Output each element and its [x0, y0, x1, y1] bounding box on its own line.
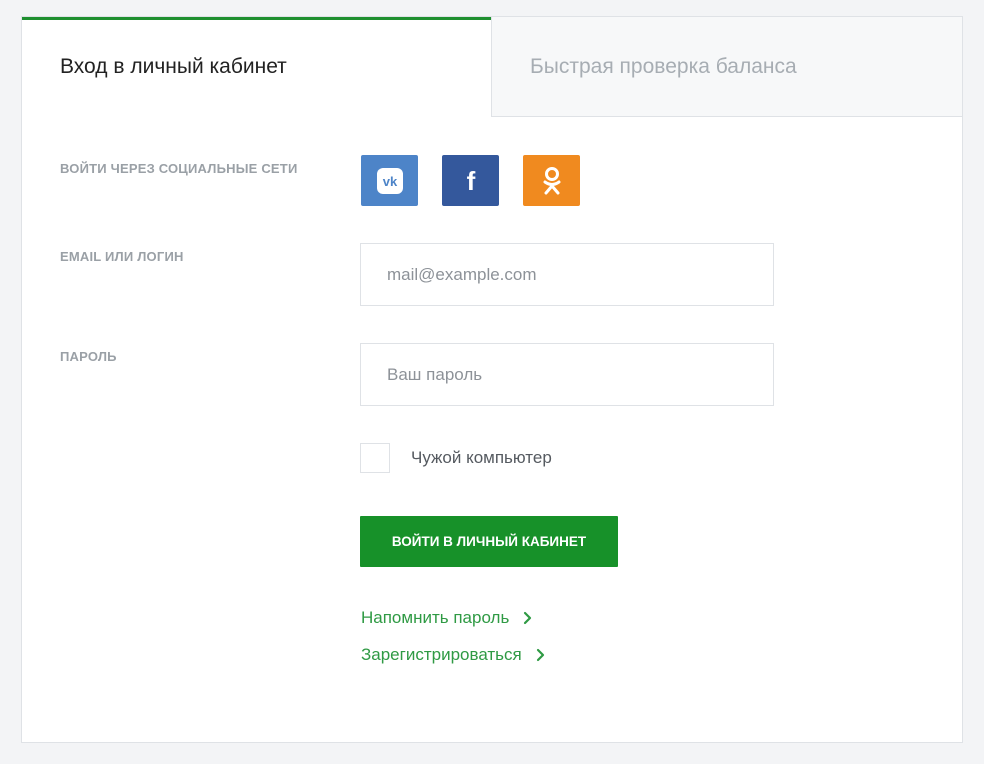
remind-password-link[interactable]: Напомнить пароль [361, 608, 535, 628]
email-field[interactable] [360, 243, 774, 306]
odnoklassniki-login-button[interactable] [523, 155, 580, 206]
vk-login-button[interactable]: vk [361, 155, 418, 206]
odnoklassniki-icon [543, 166, 560, 194]
email-label: Email или логин [60, 249, 184, 264]
chevron-right-icon [524, 611, 532, 625]
login-submit-button[interactable]: Войти в личный кабинет [360, 516, 618, 567]
social-login-label: Войти через социальные сети [60, 161, 298, 176]
foreign-computer-label[interactable]: Чужой компьютер [411, 448, 552, 468]
vk-icon: vk [376, 167, 403, 194]
foreign-computer-checkbox[interactable] [360, 443, 390, 473]
remind-password-label: Напомнить пароль [361, 608, 510, 627]
register-link[interactable]: Зарегистрироваться [361, 645, 548, 665]
tab-bar: Вход в личный кабинет Быстрая проверка б… [22, 17, 962, 117]
tab-balance-label: Быстрая проверка баланса [530, 55, 797, 78]
facebook-icon: f [466, 167, 475, 195]
svg-text:f: f [466, 167, 475, 195]
tab-login[interactable]: Вход в личный кабинет [22, 17, 492, 117]
tab-balance-check[interactable]: Быстрая проверка баланса [491, 17, 962, 117]
password-label: Пароль [60, 349, 117, 364]
login-card: Вход в личный кабинет Быстрая проверка б… [21, 16, 963, 743]
chevron-right-icon [536, 648, 544, 662]
svg-text:vk: vk [382, 174, 397, 189]
facebook-login-button[interactable]: f [442, 155, 499, 206]
register-label: Зарегистрироваться [361, 645, 522, 664]
tab-login-label: Вход в личный кабинет [60, 55, 287, 78]
password-field[interactable] [360, 343, 774, 406]
